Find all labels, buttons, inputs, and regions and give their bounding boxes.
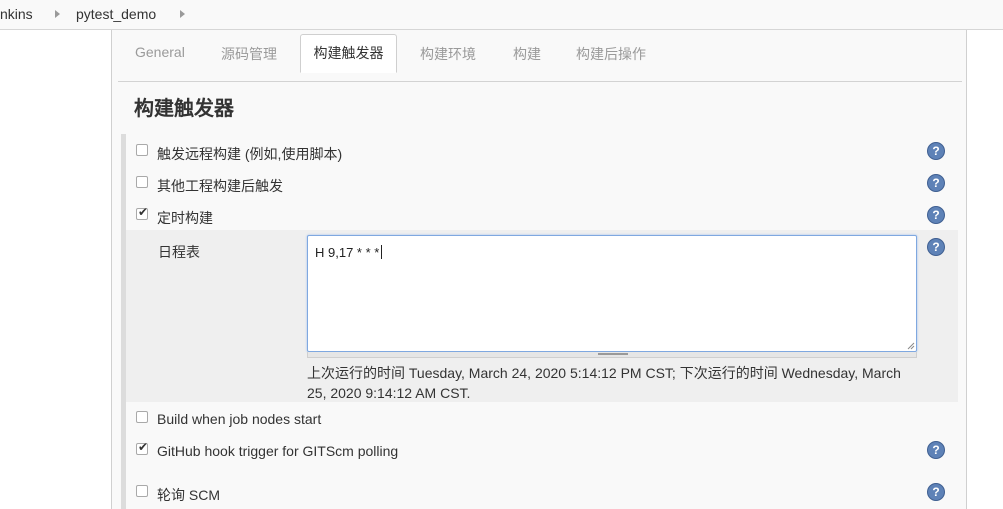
help-icon[interactable]: ?	[927, 174, 945, 192]
schedule-run-info: 上次运行的时间 Tuesday, March 24, 2020 5:14:12 …	[307, 365, 901, 401]
checkbox-poll-scm[interactable]	[136, 485, 148, 497]
tab-strip: General 源码管理 构建触发器 构建环境 构建 构建后操作	[112, 30, 966, 81]
trigger-label-node-start: Build when job nodes start	[157, 411, 322, 427]
trigger-label-github-hook: GitHub hook trigger for GITScm polling	[157, 443, 399, 459]
checkbox-remote-trigger[interactable]	[136, 144, 148, 156]
schedule-value: H 9,17 * * *	[315, 245, 380, 260]
checkbox-github-hook[interactable]: ✔	[136, 440, 149, 455]
trigger-label-poll-scm: 轮询 SCM	[157, 487, 220, 503]
help-icon[interactable]: ?	[927, 142, 945, 160]
config-panel: General 源码管理 构建触发器 构建环境 构建 构建后操作 构建触发器 触…	[111, 30, 967, 509]
resize-grip-icon[interactable]	[907, 342, 915, 350]
help-icon[interactable]: ?	[927, 441, 945, 459]
help-icon[interactable]: ?	[927, 206, 945, 224]
text-caret	[381, 245, 383, 259]
schedule-textarea[interactable]: H 9,17 * * *	[307, 235, 917, 352]
help-icon[interactable]: ?	[927, 483, 945, 501]
help-icon[interactable]: ?	[927, 238, 945, 256]
breadcrumb: nkins pytest_demo	[0, 0, 1003, 30]
resize-handle-icon[interactable]	[598, 353, 628, 355]
chevron-right-icon[interactable]	[180, 10, 185, 18]
tab-post-build-actions[interactable]: 构建后操作	[576, 44, 646, 64]
trigger-label-periodic: 定时构建	[157, 210, 213, 226]
tab-divider	[118, 81, 962, 82]
breadcrumb-item-pytest-demo[interactable]: pytest_demo	[76, 6, 156, 22]
tab-build[interactable]: 构建	[513, 44, 541, 64]
checkmark-icon: ✔	[138, 440, 149, 454]
trigger-label-remote: 触发远程构建 (例如,使用脚本)	[157, 146, 343, 162]
checkbox-periodic-build[interactable]: ✔	[136, 205, 149, 220]
tab-build-triggers[interactable]: 构建触发器	[300, 34, 397, 73]
schedule-label: 日程表	[158, 244, 200, 260]
section-title: 构建触发器	[134, 98, 234, 120]
trigger-label-upstream: 其他工程构建后触发	[157, 178, 283, 194]
checkbox-upstream-trigger[interactable]	[136, 176, 148, 188]
chevron-right-icon[interactable]	[55, 10, 60, 18]
breadcrumb-item-jenkins[interactable]: nkins	[0, 6, 33, 22]
tab-source-control[interactable]: 源码管理	[221, 44, 277, 64]
tab-general[interactable]: General	[135, 44, 185, 60]
textarea-resize-bar[interactable]	[307, 352, 917, 358]
checkmark-icon: ✔	[138, 205, 149, 219]
tab-build-environment[interactable]: 构建环境	[420, 44, 476, 64]
checkbox-build-on-node-start[interactable]	[136, 411, 148, 423]
